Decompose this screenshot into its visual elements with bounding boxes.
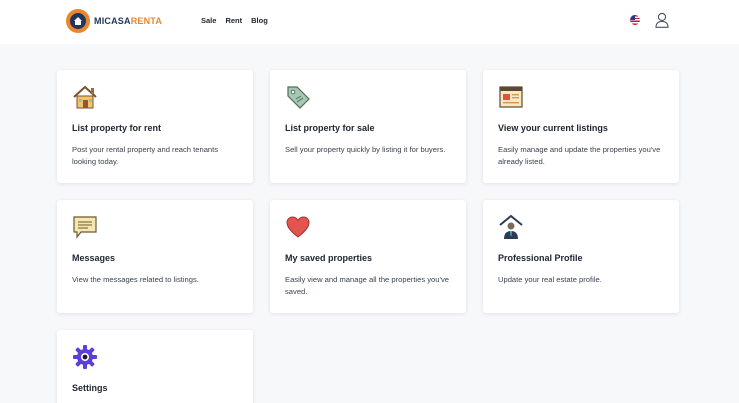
card-title: My saved properties [285,253,373,263]
us-flag-icon[interactable] [630,15,640,25]
user-icon[interactable] [655,12,669,28]
card-settings[interactable]: Settings [57,330,253,403]
card-description: Easily manage and update the properties … [498,145,661,166]
card-description: Easily view and manage all the propertie… [285,275,449,296]
price-tag-icon [287,86,310,109]
card-messages[interactable]: Messages View the messages related to li… [57,200,253,313]
brand-logo-mark [66,9,90,33]
top-navigation-bar: MICASARENTA Sale Rent Blog [0,0,739,44]
brand-logo[interactable]: MICASARENTA [66,9,162,33]
card-list-for-sale[interactable]: List property for sale Sell your propert… [270,70,466,183]
agent-profile-icon [499,214,523,239]
card-title: Settings [72,383,108,393]
main-nav: Sale Rent Blog [201,16,277,25]
card-description: Post your rental property and reach tena… [72,145,219,166]
card-title: Professional Profile [498,253,583,263]
brand-name-part2: RENTA [130,16,163,26]
heart-icon [286,216,310,238]
gear-icon [73,345,97,369]
nav-link-rent[interactable]: Rent [225,16,242,25]
nav-link-blog[interactable]: Blog [251,16,268,25]
message-icon [73,216,97,239]
card-view-listings[interactable]: View your current listings Easily manage… [483,70,679,183]
brand-name-part1: MICASA [94,16,131,26]
house-icon [73,85,97,109]
card-title: View your current listings [498,123,608,133]
card-description: Sell your property quickly by listing it… [285,145,446,154]
nav-link-sale[interactable]: Sale [201,16,216,25]
card-list-for-rent[interactable]: List property for rent Post your rental … [57,70,253,183]
card-title: List property for rent [72,123,162,133]
listing-browser-icon [499,86,523,108]
card-title: List property for sale [285,123,375,133]
card-description: View the messages related to listings. [72,275,199,284]
logo-house-icon [74,17,82,25]
card-professional-profile[interactable]: Professional Profile Update your real es… [483,200,679,313]
brand-name: MICASARENTA [94,16,162,26]
card-title: Messages [72,253,116,263]
card-description: Update your real estate profile. [498,275,602,284]
card-saved-properties[interactable]: My saved properties Easily view and mana… [270,200,466,313]
